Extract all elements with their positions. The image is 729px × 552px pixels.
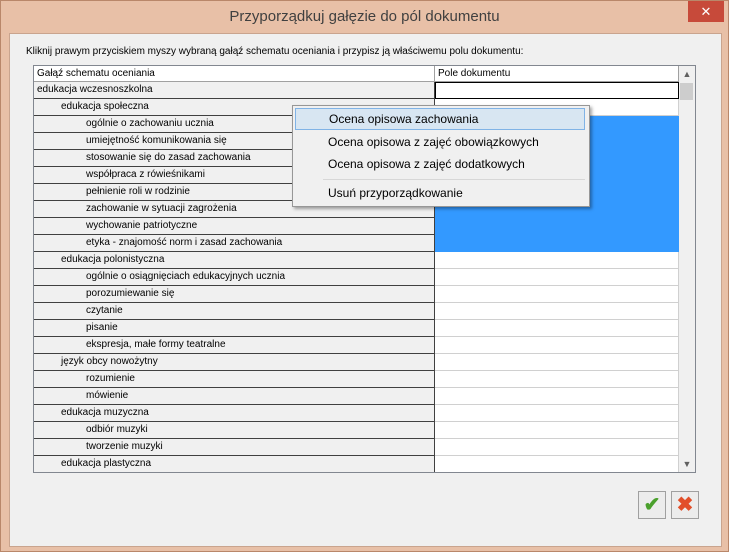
table-row[interactable]: etyka - znajomość norm i zasad zachowani… <box>34 235 679 252</box>
scroll-thumb[interactable] <box>680 83 693 100</box>
close-icon: ✕ <box>700 4 712 19</box>
document-field-cell[interactable] <box>435 405 679 422</box>
branch-cell[interactable]: edukacja plastyczna <box>34 456 435 472</box>
table-row[interactable]: ekspresja, małe formy teatralne <box>34 337 679 354</box>
branch-cell[interactable]: rozumienie <box>34 371 435 388</box>
branch-cell[interactable]: pisanie <box>34 320 435 337</box>
document-field-cell[interactable] <box>435 371 679 388</box>
table-row[interactable]: rozumienie <box>34 371 679 388</box>
document-field-cell[interactable] <box>435 456 679 472</box>
menu-separator <box>323 179 585 180</box>
table-row[interactable]: tworzenie muzyki <box>34 439 679 456</box>
vertical-scrollbar[interactable]: ▲ ▼ <box>679 66 695 472</box>
branch-cell[interactable]: tworzenie muzyki <box>34 439 435 456</box>
checkmark-icon: ✔ <box>643 494 661 516</box>
branch-cell[interactable]: mówienie <box>34 388 435 405</box>
document-field-cell[interactable] <box>435 422 679 439</box>
branch-cell[interactable]: ekspresja, małe formy teatralne <box>34 337 435 354</box>
document-field-cell[interactable] <box>435 337 679 354</box>
ok-button[interactable]: ✔ <box>638 491 666 519</box>
document-field-cell[interactable] <box>435 388 679 405</box>
document-field-cell[interactable] <box>435 269 679 286</box>
document-field-cell[interactable] <box>435 439 679 456</box>
branch-cell[interactable]: ogólnie o osiągnięciach edukacyjnych ucz… <box>34 269 435 286</box>
branch-cell[interactable]: etyka - znajomość norm i zasad zachowani… <box>34 235 435 252</box>
menu-item-ocena-dodatkowe[interactable]: Ocena opisowa z zajęć dodatkowych <box>295 153 585 175</box>
window-title: Przyporządkuj gałęzie do pól dokumentu <box>229 8 500 25</box>
table-row[interactable]: ogólnie o osiągnięciach edukacyjnych ucz… <box>34 269 679 286</box>
branch-cell[interactable]: wychowanie patriotyczne <box>34 218 435 235</box>
table-row[interactable]: odbiór muzyki <box>34 422 679 439</box>
document-field-cell[interactable] <box>435 218 679 235</box>
menu-item-ocena-zachowania[interactable]: Ocena opisowa zachowania <box>295 108 585 130</box>
table-row[interactable]: język obcy nowożytny <box>34 354 679 371</box>
table-row[interactable]: porozumiewanie się <box>34 286 679 303</box>
column-header-field[interactable]: Pole dokumentu <box>435 66 679 82</box>
branch-cell[interactable]: język obcy nowożytny <box>34 354 435 371</box>
branch-cell[interactable]: edukacja wczesnoszkolna <box>34 82 435 99</box>
document-field-cell[interactable] <box>435 303 679 320</box>
table-row[interactable]: mówienie <box>34 388 679 405</box>
cross-icon: ✖ <box>676 494 694 516</box>
cancel-button[interactable]: ✖ <box>671 491 699 519</box>
branch-cell[interactable]: czytanie <box>34 303 435 320</box>
context-menu: Ocena opisowa zachowania Ocena opisowa z… <box>292 105 590 207</box>
menu-item-ocena-obowiazkowe[interactable]: Ocena opisowa z zajęć obowiązkowych <box>295 131 585 153</box>
table-row[interactable]: edukacja wczesnoszkolna <box>34 82 679 99</box>
document-field-cell[interactable] <box>435 252 679 269</box>
table-row[interactable]: edukacja plastyczna <box>34 456 679 472</box>
close-button[interactable]: ✕ <box>688 1 724 22</box>
table-row[interactable]: edukacja muzyczna <box>34 405 679 422</box>
scroll-down-icon[interactable]: ▼ <box>679 456 695 472</box>
instruction-text: Kliknij prawym przyciskiem myszy wybraną… <box>26 46 524 57</box>
branch-cell[interactable]: edukacja muzyczna <box>34 405 435 422</box>
scroll-up-icon[interactable]: ▲ <box>679 66 695 82</box>
document-field-cell[interactable] <box>435 82 679 99</box>
branch-cell[interactable]: edukacja polonistyczna <box>34 252 435 269</box>
document-field-cell[interactable] <box>435 320 679 337</box>
branch-cell[interactable]: porozumiewanie się <box>34 286 435 303</box>
title-bar: Przyporządkuj gałęzie do pól dokumentu ✕ <box>1 1 728 33</box>
column-header-branch[interactable]: Gałąź schematu oceniania <box>34 66 435 82</box>
table-row[interactable]: czytanie <box>34 303 679 320</box>
branch-cell[interactable]: odbiór muzyki <box>34 422 435 439</box>
table-row[interactable]: wychowanie patriotyczne <box>34 218 679 235</box>
table-row[interactable]: pisanie <box>34 320 679 337</box>
document-field-cell[interactable] <box>435 354 679 371</box>
table-row[interactable]: edukacja polonistyczna <box>34 252 679 269</box>
document-field-cell[interactable] <box>435 286 679 303</box>
document-field-cell[interactable] <box>435 235 679 252</box>
menu-item-usun-przyporzadkowanie[interactable]: Usuń przyporządkowanie <box>295 182 585 204</box>
